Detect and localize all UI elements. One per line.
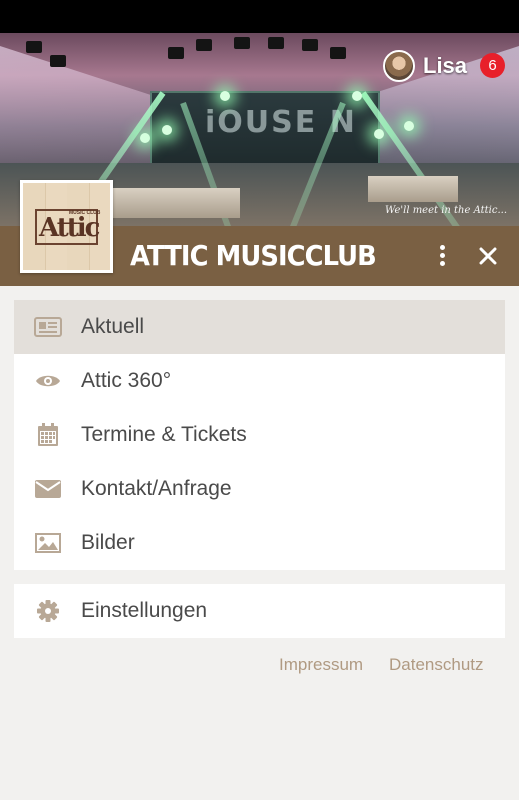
menu-item-label: Attic 360° xyxy=(81,369,172,392)
club-logo: Attic MUSIC CLUB xyxy=(20,180,113,273)
user-name[interactable]: Lisa xyxy=(423,53,467,79)
calendar-icon xyxy=(34,423,62,447)
image-icon xyxy=(34,531,62,555)
page-title: ATTIC MUSICCLUB xyxy=(130,239,377,272)
menu-item-einstellungen[interactable]: Einstellungen xyxy=(14,584,505,638)
avatar[interactable] xyxy=(383,50,415,82)
menu-item-attic-360[interactable]: Attic 360° xyxy=(14,354,505,408)
close-icon[interactable] xyxy=(475,243,501,269)
impressum-link[interactable]: Impressum xyxy=(279,655,363,675)
more-vert-icon[interactable] xyxy=(431,243,453,269)
notification-badge[interactable]: 6 xyxy=(480,53,505,78)
menu-item-label: Termine & Tickets xyxy=(81,423,247,446)
menu-item-termine[interactable]: Termine & Tickets xyxy=(14,408,505,462)
logo-subtext: MUSIC CLUB xyxy=(69,210,101,216)
menu-item-aktuell[interactable]: Aktuell xyxy=(14,300,505,354)
status-bar xyxy=(0,0,519,33)
menu-item-kontakt[interactable]: Kontakt/Anfrage xyxy=(14,462,505,516)
settings-menu: Einstellungen xyxy=(14,584,505,638)
hero-tagline: We'll meet in the Attic... xyxy=(384,205,507,216)
menu-item-bilder[interactable]: Bilder xyxy=(14,516,505,570)
envelope-icon xyxy=(34,477,62,501)
datenschutz-link[interactable]: Datenschutz xyxy=(389,655,484,675)
newspaper-icon xyxy=(34,315,62,339)
user-profile[interactable]: Lisa xyxy=(383,49,467,83)
eye-icon xyxy=(34,369,62,393)
menu-item-label: Bilder xyxy=(81,531,135,554)
menu-item-label: Kontakt/Anfrage xyxy=(81,477,232,500)
menu-item-label: Einstellungen xyxy=(81,599,208,622)
gear-icon xyxy=(34,599,62,623)
navigation-menu: Aktuell Attic 360° Termine & Tickets Kon… xyxy=(14,300,505,570)
menu-item-label: Aktuell xyxy=(81,315,145,338)
logo-text: Attic xyxy=(39,213,100,243)
